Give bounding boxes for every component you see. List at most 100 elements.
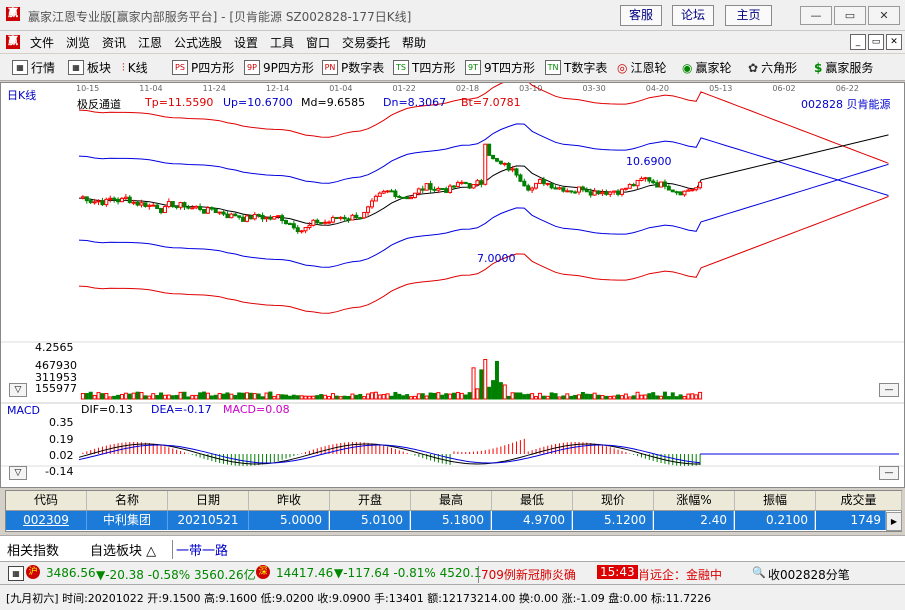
row-prev-close[interactable]: 5.0000 bbox=[249, 511, 329, 530]
scroll-right-icon[interactable]: ▶ bbox=[886, 512, 902, 531]
close-icon[interactable]: ✕ bbox=[868, 6, 900, 25]
service-button[interactable]: 客服 bbox=[620, 5, 662, 26]
sz-index-icon[interactable]: 深 bbox=[256, 565, 270, 579]
menu-info[interactable]: 资讯 bbox=[102, 34, 126, 51]
col-change-pct[interactable]: 涨幅% bbox=[654, 491, 735, 511]
volume-bar bbox=[237, 392, 242, 400]
col-price[interactable]: 现价 bbox=[573, 491, 654, 511]
candle-body bbox=[92, 201, 97, 204]
collapse-macd-icon[interactable]: ▽ bbox=[9, 466, 27, 480]
col-volume[interactable]: 成交量 bbox=[816, 491, 902, 511]
collapse-volume-icon[interactable]: ▽ bbox=[9, 383, 27, 397]
tool-winner-wheel[interactable]: ◉ 赢家轮 bbox=[682, 59, 732, 76]
tool-hexagon[interactable]: ✿ 六角形 bbox=[748, 59, 797, 76]
volume-minus-icon[interactable]: — bbox=[879, 383, 899, 397]
menu-file[interactable]: 文件 bbox=[30, 34, 54, 51]
col-code[interactable]: 代码 bbox=[6, 491, 87, 511]
news-ticker[interactable]: 709例新冠肺炎确 bbox=[478, 566, 576, 583]
col-low[interactable]: 最低 bbox=[492, 491, 573, 511]
minimize-icon[interactable]: — bbox=[800, 6, 832, 25]
row-price[interactable]: 5.1200 bbox=[573, 511, 653, 530]
menu-help[interactable]: 帮助 bbox=[402, 34, 426, 51]
sh-index-icon[interactable]: 沪 bbox=[26, 565, 40, 579]
volume-bar bbox=[178, 391, 183, 400]
maximize-icon[interactable]: ▭ bbox=[834, 6, 866, 25]
forum-button[interactable]: 论坛 bbox=[672, 5, 714, 26]
tool-t-square[interactable]: TS T四方形 bbox=[393, 59, 455, 76]
keyboard-icon[interactable]: ▦ bbox=[8, 566, 24, 581]
row-low[interactable]: 4.9700 bbox=[492, 511, 572, 530]
date-tick-label: 05-13 bbox=[709, 84, 732, 93]
tool-9p-square[interactable]: 9P 9P四方形 bbox=[244, 59, 314, 76]
volume-bar bbox=[487, 386, 492, 400]
candle-body bbox=[561, 187, 566, 192]
macd-minus-icon[interactable]: — bbox=[879, 466, 899, 480]
row-name[interactable]: 中利集团 bbox=[87, 511, 168, 530]
favorite-label[interactable]: 收002828分笔 bbox=[768, 566, 850, 583]
mdi-restore-icon[interactable]: ▭ bbox=[868, 34, 884, 50]
volume-bar bbox=[448, 393, 453, 400]
volume-bar bbox=[537, 392, 542, 400]
volume-axis-top: 4.2565 bbox=[35, 341, 74, 354]
menu-trade[interactable]: 交易委托 bbox=[342, 34, 390, 51]
candle-body bbox=[194, 205, 199, 209]
row-change-pct[interactable]: 2.40 bbox=[654, 511, 734, 530]
tool-quotes[interactable]: ▦ 行情 bbox=[12, 59, 55, 76]
tool-kline[interactable]: ⫶ K线 bbox=[122, 59, 148, 76]
row-volume[interactable]: 1749 bbox=[816, 511, 886, 530]
col-date[interactable]: 日期 bbox=[168, 491, 249, 511]
menu-window[interactable]: 窗口 bbox=[306, 34, 330, 51]
tab-related-index[interactable]: 相关指数 bbox=[7, 540, 59, 559]
low-annotation: 7.0000 bbox=[477, 252, 516, 265]
volume-bar bbox=[483, 358, 488, 400]
row-open[interactable]: 5.0100 bbox=[330, 511, 410, 530]
date-tick-label: 01-22 bbox=[393, 84, 416, 93]
kline-chart-panel[interactable]: 10-15 11-04 11-24 12-14 01-04 01-22 02-18 03-10… bbox=[0, 82, 905, 488]
tool-p-table[interactable]: PN P数字表 bbox=[322, 59, 384, 76]
news-ticker-2[interactable]: 肖远企：金融中 bbox=[638, 566, 722, 583]
candle-body bbox=[354, 214, 359, 219]
tool-service[interactable]: $ 赢家服务 bbox=[814, 59, 873, 76]
tool-9t-square[interactable]: 9T 9T四方形 bbox=[465, 59, 535, 76]
row-date[interactable]: 20210521 bbox=[168, 511, 249, 530]
row-amplitude[interactable]: 0.2100 bbox=[735, 511, 815, 530]
tool-sectors[interactable]: ▦ 板块 bbox=[68, 59, 111, 76]
col-amplitude[interactable]: 振幅 bbox=[735, 491, 816, 511]
tool-t-table[interactable]: TN T数字表 bbox=[545, 59, 607, 76]
menu-settings[interactable]: 设置 bbox=[234, 34, 258, 51]
pin-icon[interactable]: 🔍 bbox=[752, 566, 766, 579]
mdi-close-icon[interactable]: ✕ bbox=[886, 34, 902, 50]
col-prev-close[interactable]: 昨收 bbox=[249, 491, 330, 511]
tab-belt-road[interactable]: 一带一路 bbox=[172, 540, 228, 559]
candle-body bbox=[350, 214, 355, 221]
volume-bar bbox=[272, 395, 277, 400]
kline-chart[interactable]: 10-15 11-04 11-24 12-14 01-04 01-22 02-18 03-10… bbox=[1, 83, 904, 487]
volume-bar bbox=[412, 395, 417, 400]
volume-bar bbox=[553, 393, 558, 400]
col-name[interactable]: 名称 bbox=[87, 491, 168, 511]
volume-bar bbox=[491, 380, 496, 400]
menu-gann[interactable]: 江恩 bbox=[138, 34, 162, 51]
col-open[interactable]: 开盘 bbox=[330, 491, 411, 511]
mdi-minimize-icon[interactable]: _ bbox=[850, 34, 866, 50]
volume-bar bbox=[389, 395, 394, 400]
volume-bar bbox=[221, 393, 226, 400]
menu-formula[interactable]: 公式选股 bbox=[174, 34, 222, 51]
menu-tools[interactable]: 工具 bbox=[270, 34, 294, 51]
tool-p-square[interactable]: PS P四方形 bbox=[172, 59, 234, 76]
col-high[interactable]: 最高 bbox=[411, 491, 492, 511]
period-label: 日K线 bbox=[7, 89, 37, 102]
volume-bar bbox=[264, 392, 269, 400]
menu-browse[interactable]: 浏览 bbox=[66, 34, 90, 51]
tool-gann-wheel[interactable]: ◎ 江恩轮 bbox=[617, 59, 667, 76]
row-high[interactable]: 5.1800 bbox=[411, 511, 491, 530]
volume-bar bbox=[698, 391, 703, 400]
tab-custom-sector[interactable]: 自选板块 △ bbox=[90, 540, 156, 559]
volume-bar bbox=[694, 394, 699, 400]
date-tick-label: 04-20 bbox=[646, 84, 669, 93]
app-menu-icon[interactable]: 赢 bbox=[6, 35, 20, 49]
row-code[interactable]: 002309 bbox=[6, 511, 87, 530]
candle-body bbox=[209, 207, 214, 210]
volume-bar bbox=[166, 394, 171, 400]
homepage-button[interactable]: 主页 bbox=[725, 5, 772, 26]
